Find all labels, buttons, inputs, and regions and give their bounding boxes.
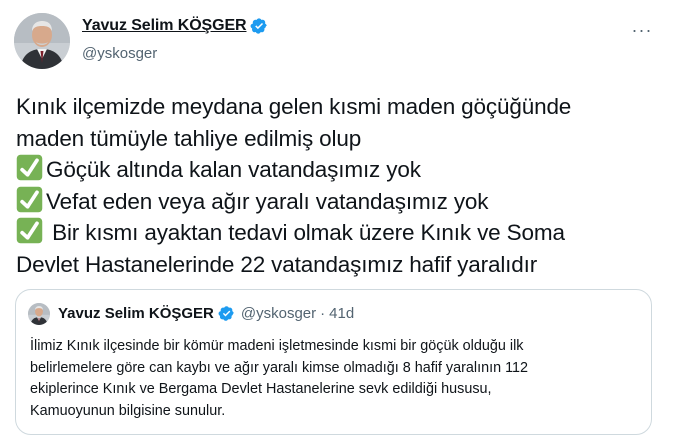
author-avatar[interactable] — [14, 13, 70, 69]
quoted-text-line: İlimiz Kınık ilçesinde bir kömür madeni … — [30, 338, 524, 354]
tweet-text-segment: Bir kısmı ayaktan tedavi olmak üzere Kın… — [46, 220, 565, 245]
tweet-text-line: Kınık ilçemizde meydana gelen kısmi made… — [16, 91, 676, 123]
tweet-text-segment: Kınık ilçemizde meydana gelen kısmi made… — [16, 94, 572, 119]
quoted-tweet-text: İlimiz Kınık ilçesinde bir kömür madeni … — [30, 336, 640, 422]
quoted-tweet-time: 41d — [329, 305, 355, 322]
quoted-tweet[interactable]: Yavuz Selim KÖŞGER @yskosger · 41d İlimi… — [15, 289, 652, 435]
tweet-text-segment: Göçük altında kalan vatandaşımız yok — [46, 157, 421, 182]
check-mark-icon — [16, 217, 43, 244]
author-handle[interactable]: @yskosger — [82, 45, 157, 62]
check-mark-icon — [16, 154, 43, 181]
quoted-text-line: ekiplerince Kınık ve Bergama Devlet Hast… — [30, 381, 492, 397]
tweet-text-line: maden tümüyle tahliye edilmiş olup — [16, 123, 676, 155]
tweet-text-line: Bir kısmı ayaktan tedavi olmak üzere Kın… — [16, 217, 676, 249]
profile-photo-icon — [14, 13, 70, 69]
tweet-text-line: Vefat eden veya ağır yaralı vatandaşımız… — [16, 186, 676, 218]
tweet-text: Kınık ilçemizde meydana gelen kısmi made… — [16, 91, 676, 280]
verified-badge-icon — [250, 17, 268, 35]
tweet-text-line: Göçük altında kalan vatandaşımız yok — [16, 154, 676, 186]
quoted-author-handle: @yskosger — [240, 305, 317, 322]
check-mark-icon — [16, 186, 43, 213]
author-name-row: Yavuz Selim KÖŞGER — [82, 17, 268, 35]
verified-badge-icon — [218, 305, 235, 322]
dot-separator: · — [320, 305, 326, 322]
profile-photo-icon — [28, 303, 50, 325]
quoted-text-line: belirlemelere göre can kaybı ve ağır yar… — [30, 359, 529, 376]
author-display-name[interactable]: Yavuz Selim KÖŞGER — [82, 17, 247, 35]
quoted-tweet-header: Yavuz Selim KÖŞGER @yskosger · 41d — [58, 305, 354, 322]
tweet-text-segment: maden tümüyle tahliye edilmiş olup — [16, 125, 362, 151]
quoted-text-line: Kamuoyunun bilgisine sunulur. — [30, 402, 226, 419]
quoted-author-avatar — [28, 303, 50, 325]
quoted-author-name: Yavuz Selim KÖŞGER — [58, 305, 214, 322]
tweet-card: Yavuz Selim KÖŞGER @yskosger ··· Kınık i… — [0, 0, 681, 446]
more-options-icon[interactable]: ··· — [625, 16, 659, 44]
tweet-text-segment: Devlet Hastanelerinde 22 vatandaşımız ha… — [16, 251, 538, 277]
tweet-text-line: Devlet Hastanelerinde 22 vatandaşımız ha… — [16, 249, 676, 281]
tweet-text-segment: Vefat eden veya ağır yaralı vatandaşımız… — [46, 188, 489, 214]
